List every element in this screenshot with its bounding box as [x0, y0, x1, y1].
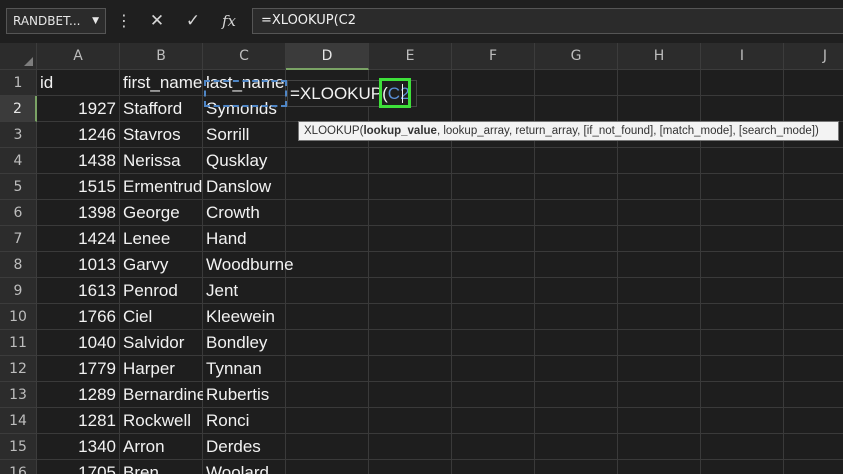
cell-c4[interactable]: Qusklay — [203, 148, 286, 174]
cell-a15[interactable]: 1340 — [37, 434, 120, 460]
cell-c14[interactable]: Ronci — [203, 408, 286, 434]
row-header-12[interactable]: 12 — [0, 356, 37, 382]
chevron-down-icon[interactable]: ▼ — [92, 9, 99, 33]
cell-c12[interactable]: Tynnan — [203, 356, 286, 382]
cell-c3[interactable]: Sorrill — [203, 122, 286, 148]
cell-a12[interactable]: 1779 — [37, 356, 120, 382]
cell-b5[interactable]: Ermentrude — [120, 174, 203, 200]
cell-b6[interactable]: George — [120, 200, 203, 226]
cell-c8[interactable]: Woodburne — [203, 252, 294, 278]
row-header-9[interactable]: 9 — [0, 278, 37, 304]
cell-c6[interactable]: Crowth — [203, 200, 286, 226]
row-header-14[interactable]: 14 — [0, 408, 37, 434]
column-header-i[interactable]: I — [701, 43, 784, 70]
cell-b1[interactable]: first_name — [120, 70, 203, 96]
row-header-5[interactable]: 5 — [0, 174, 37, 200]
row-header-2[interactable]: 2 — [0, 96, 37, 122]
name-box-text: RANDBET... — [13, 14, 81, 28]
cell-b3[interactable]: Stavros — [120, 122, 203, 148]
row-header-3[interactable]: 3 — [0, 122, 37, 148]
cell-a10[interactable]: 1766 — [37, 304, 120, 330]
cell-a9[interactable]: 1613 — [37, 278, 120, 304]
cell-b15[interactable]: Arron — [120, 434, 203, 460]
cell-b7[interactable]: Lenee — [120, 226, 203, 252]
column-header-h[interactable]: H — [618, 43, 701, 70]
cell-b14[interactable]: Rockwell — [120, 408, 203, 434]
column-header-f[interactable]: F — [452, 43, 535, 70]
tooltip-current-arg[interactable]: lookup_value — [363, 125, 437, 137]
cell-c11[interactable]: Bondley — [203, 330, 286, 356]
cell-a5[interactable]: 1515 — [37, 174, 120, 200]
row-header-16[interactable]: 16 — [0, 460, 37, 474]
enter-icon[interactable]: ✓ — [181, 9, 205, 33]
row-header-15[interactable]: 15 — [0, 434, 37, 460]
column-header-d[interactable]: D — [286, 43, 369, 70]
edit-formula-prefix: =XLOOKUP( — [290, 84, 388, 103]
tooltip-function: XLOOKUP( — [304, 125, 364, 137]
reference-highlight-box — [379, 78, 411, 108]
more-options-icon[interactable]: ⋮ — [116, 11, 132, 31]
cell-c13[interactable]: Rubertis — [203, 382, 286, 408]
row-header-1[interactable]: 1 — [0, 70, 37, 96]
cell-a14[interactable]: 1281 — [37, 408, 120, 434]
column-header-a[interactable]: A — [37, 43, 120, 70]
cell-a16[interactable]: 1705 — [37, 460, 120, 474]
text-cursor — [402, 84, 403, 103]
cell-a6[interactable]: 1398 — [37, 200, 120, 226]
cell-b12[interactable]: Harper — [120, 356, 203, 382]
cell-a1[interactable]: id — [37, 70, 120, 96]
cell-a13[interactable]: 1289 — [37, 382, 120, 408]
cell-a11[interactable]: 1040 — [37, 330, 120, 356]
cell-b11[interactable]: Salvidor — [120, 330, 203, 356]
worksheet-grid[interactable]: A B C D E F G H I J 1 id first_name last_name 2 1927 Sta… — [0, 43, 843, 474]
select-all-corner[interactable] — [0, 43, 37, 70]
cell-a7[interactable]: 1424 — [37, 226, 120, 252]
column-header-b[interactable]: B — [120, 43, 203, 70]
row-header-8[interactable]: 8 — [0, 252, 37, 278]
cell-c16[interactable]: Woolard — [203, 460, 286, 474]
row-header-13[interactable]: 13 — [0, 382, 37, 408]
cell-a2[interactable]: 1927 — [37, 96, 120, 122]
row-header-7[interactable]: 7 — [0, 226, 37, 252]
cell-c10[interactable]: Kleewein — [203, 304, 286, 330]
cell-c9[interactable]: Jent — [203, 278, 286, 304]
insert-function-icon[interactable]: fx — [217, 9, 241, 33]
cell-a3[interactable]: 1246 — [37, 122, 120, 148]
cell-b16[interactable]: Bren — [120, 460, 203, 474]
row-header-6[interactable]: 6 — [0, 200, 37, 226]
cell-a8[interactable]: 1013 — [37, 252, 120, 278]
cell-b4[interactable]: Nerissa — [120, 148, 203, 174]
cell-b9[interactable]: Penrod — [120, 278, 203, 304]
copy-reference-border — [204, 80, 287, 107]
cell-b2[interactable]: Stafford — [120, 96, 203, 122]
column-header-j[interactable]: J — [784, 43, 843, 70]
row-header-10[interactable]: 10 — [0, 304, 37, 330]
column-header-c[interactable]: C — [203, 43, 286, 70]
tooltip-args: , lookup_array, return_array, [if_not_fo… — [436, 125, 819, 137]
cell-b8[interactable]: Garvy — [120, 252, 203, 278]
row-header-4[interactable]: 4 — [0, 148, 37, 174]
cell-c5[interactable]: Danslow — [203, 174, 286, 200]
row-header-11[interactable]: 11 — [0, 330, 37, 356]
name-box[interactable]: RANDBET... ▼ — [6, 8, 106, 34]
column-header-e[interactable]: E — [369, 43, 452, 70]
function-tooltip[interactable]: XLOOKUP(lookup_value, lookup_array, retu… — [298, 121, 839, 141]
cell-c15[interactable]: Derdes — [203, 434, 286, 460]
cell-b13[interactable]: Bernardine — [120, 382, 203, 408]
cell-b10[interactable]: Ciel — [120, 304, 203, 330]
cancel-icon[interactable]: ✕ — [145, 9, 169, 33]
cell-a4[interactable]: 1438 — [37, 148, 120, 174]
cell-c7[interactable]: Hand — [203, 226, 286, 252]
formula-toolbar: RANDBET... ▼ ⋮ ✕ ✓ fx =XLOOKUP(C2 — [0, 0, 843, 43]
formula-bar-input[interactable]: =XLOOKUP(C2 — [252, 8, 843, 34]
column-header-g[interactable]: G — [535, 43, 618, 70]
